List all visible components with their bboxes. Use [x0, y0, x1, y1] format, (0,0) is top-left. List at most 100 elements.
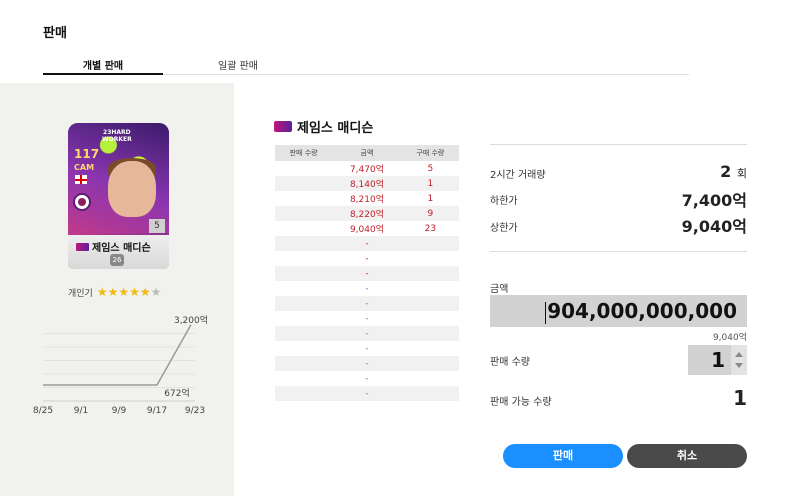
table-cell-buy: [401, 326, 459, 341]
star-filled-icon: ★: [107, 285, 119, 299]
available-label: 판매 가능 수량: [490, 397, 552, 408]
tab-individual-sale[interactable]: 개별 판매: [43, 57, 163, 75]
column-buy-quantity: 구매 수량: [401, 145, 459, 161]
x-tick-label: 9/9: [112, 406, 127, 416]
table-cell-price: 9,040억: [349, 225, 384, 235]
table-cell-price: -: [365, 313, 369, 324]
table-cell-buy: 1: [427, 193, 434, 204]
table-row: -: [275, 356, 459, 371]
volume-value: 2 회: [720, 162, 747, 181]
table-cell-buy: [402, 341, 459, 356]
table-cell-sell: [275, 236, 333, 251]
min-price-value: 7,400억: [681, 191, 747, 210]
table-cell-buy: [402, 311, 459, 326]
quantity-label: 판매 수량: [490, 357, 530, 368]
card-grade: 26: [110, 254, 124, 266]
table-cell-price: -: [332, 326, 402, 341]
table-cell-sell: [275, 341, 332, 356]
table-cell-sell: [275, 176, 333, 191]
max-price-value: 9,040억: [681, 217, 747, 236]
table-cell-sell: [275, 266, 333, 281]
table-row: -: [275, 311, 459, 326]
table-cell-sell: [275, 356, 333, 371]
table-cell-sell: [275, 206, 333, 221]
table-cell-price: -: [365, 373, 369, 384]
club-crest-icon: [73, 193, 91, 211]
tab-bar: 개별 판매 일괄 판매: [43, 57, 689, 75]
card-overall: 117: [74, 147, 100, 161]
price-input[interactable]: 904,000,000,000: [490, 295, 747, 327]
max-annotation: 3,200억: [174, 314, 208, 326]
tab-bulk-sale[interactable]: 일괄 판매: [178, 57, 298, 75]
divider: [490, 251, 747, 252]
cancel-button[interactable]: 취소: [627, 444, 747, 468]
star-filled-icon: ★: [96, 285, 108, 299]
price-in-eok: 9,040억: [712, 333, 747, 343]
x-tick-label: 8/25: [33, 406, 53, 416]
table-cell-price: -: [365, 283, 369, 294]
table-cell-sell: [275, 221, 332, 236]
table-cell-buy: [402, 281, 459, 296]
table-row: -: [275, 266, 459, 281]
table-row: 8,210억 1: [275, 191, 459, 206]
table-cell-buy: 23: [424, 223, 437, 234]
sell-button[interactable]: 판매: [503, 444, 623, 468]
season-badge: 23HARD WORKER: [102, 129, 132, 143]
table-row: -: [275, 281, 459, 296]
min-annotation: 672억: [164, 387, 189, 399]
table-cell-buy: 1: [401, 176, 459, 191]
table-row: 8,140억 1: [275, 176, 459, 191]
table-cell-buy: [402, 251, 459, 266]
table-cell-sell: [275, 386, 333, 401]
table-cell-buy: [401, 296, 459, 311]
table-cell-buy: 9: [401, 206, 459, 221]
season-icon: [274, 121, 292, 132]
increment-arrow-icon[interactable]: [735, 352, 743, 357]
table-cell-sell: [275, 281, 332, 296]
table-cell-sell: [275, 326, 333, 341]
table-row: -: [275, 326, 459, 341]
table-cell-price: 8,210억: [349, 195, 384, 205]
table-cell-sell: [275, 251, 332, 266]
table-cell-buy: [401, 386, 459, 401]
season-icon: [76, 242, 89, 251]
table-row: -: [275, 236, 459, 251]
table-cell-sell: [275, 296, 333, 311]
england-flag-icon: [75, 175, 87, 184]
price-label: 금액: [490, 284, 509, 295]
divider: [490, 144, 747, 145]
order-book-table: 판매 수량 금액 구매 수량 7,470억 5 8,140억 1 8,210억 1 8,22…: [275, 145, 459, 401]
player-card: 23HARD WORKER 117 CAM 5 제임스 매디슨 26: [68, 123, 169, 269]
quantity-value: 1: [711, 348, 725, 372]
player-name-heading: 제임스 매디슨: [274, 117, 373, 136]
page-title: 판매: [43, 26, 67, 41]
table-cell-price: -: [332, 386, 402, 401]
volume-label: 2시간 거래량: [490, 170, 546, 181]
table-row: -: [275, 371, 459, 386]
table-cell-sell: [275, 311, 332, 326]
spinner: [731, 345, 747, 375]
x-tick-label: 9/17: [147, 406, 167, 416]
table-cell-sell: [275, 161, 332, 176]
table-cell-price: 8,140억: [332, 176, 402, 191]
column-price: 금액: [332, 145, 402, 161]
table-cell-buy: [401, 266, 459, 281]
decrement-arrow-icon[interactable]: [735, 363, 743, 368]
min-price-label: 하한가: [490, 196, 518, 207]
column-sell-quantity: 판매 수량: [275, 145, 333, 161]
table-cell-price: -: [332, 296, 402, 311]
table-row: -: [275, 296, 459, 311]
table-cell-price: -: [332, 266, 402, 281]
table-cell-price: -: [332, 356, 402, 371]
player-photo: [108, 161, 156, 217]
card-position: CAM: [74, 163, 95, 172]
star-filled-icon: ★: [139, 285, 151, 299]
max-price-label: 상한가: [490, 223, 518, 234]
table-cell-buy: [401, 236, 459, 251]
quantity-stepper[interactable]: 1: [688, 345, 747, 375]
table-cell-price: 7,470억: [349, 165, 384, 175]
available-value: 1: [733, 386, 747, 410]
table-row: -: [275, 341, 459, 356]
table-row: 9,040억 23: [275, 221, 459, 236]
table-cell-price: 8,220억: [332, 206, 402, 221]
